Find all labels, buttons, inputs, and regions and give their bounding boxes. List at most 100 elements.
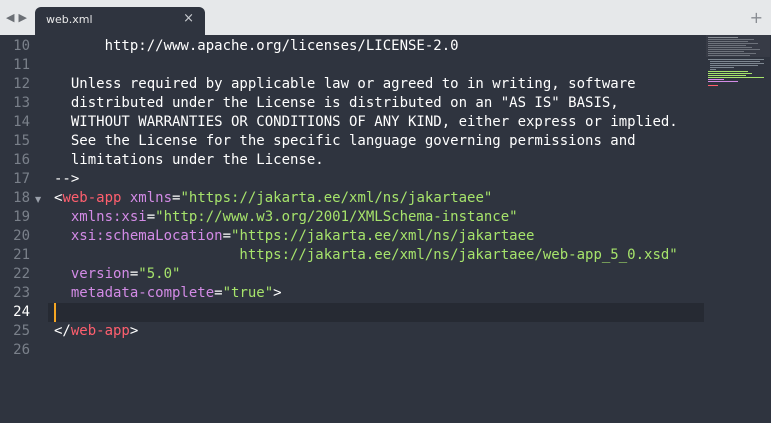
token-punc: </ bbox=[54, 323, 71, 339]
code-text: xmlns:xsi="http://www.w3.org/2001/XMLSch… bbox=[54, 208, 518, 227]
line-number: 18 bbox=[13, 190, 30, 206]
token-str: https://jakarta.ee/xml/ns/jakartaee/web-… bbox=[54, 247, 678, 263]
minimap-line bbox=[708, 75, 746, 76]
line-number: 17 bbox=[13, 171, 30, 187]
token-punc: = bbox=[222, 228, 232, 244]
line-number: 15 bbox=[13, 133, 30, 149]
code-text: </web-app> bbox=[54, 322, 138, 341]
code-line: 15 See the License for the specific lang… bbox=[0, 132, 771, 151]
minimap-line bbox=[708, 73, 752, 74]
minimap-line bbox=[708, 49, 760, 50]
back-arrow-icon[interactable]: ◀ bbox=[6, 11, 14, 24]
minimap-line bbox=[710, 67, 734, 68]
minimap-line bbox=[708, 39, 754, 40]
minimap-line bbox=[708, 53, 756, 54]
close-icon[interactable]: × bbox=[183, 11, 194, 26]
token-cmt: WITHOUT WARRANTIES OR CONDITIONS OF ANY … bbox=[54, 114, 678, 130]
code-line: 21 https://jakarta.ee/xml/ns/jakartaee/w… bbox=[0, 246, 771, 265]
minimap-line bbox=[708, 77, 764, 78]
text-caret bbox=[54, 303, 56, 322]
minimap-line bbox=[708, 71, 748, 72]
line-number: 16 bbox=[13, 152, 30, 168]
code-text: WITHOUT WARRANTIES OR CONDITIONS OF ANY … bbox=[54, 113, 678, 132]
minimap-line bbox=[708, 37, 738, 38]
forward-arrow-icon[interactable]: ▶ bbox=[19, 11, 27, 24]
minimap-line bbox=[708, 79, 724, 80]
token-tag: web-app bbox=[62, 190, 122, 206]
line-number: 20 bbox=[13, 228, 30, 244]
token-str: "5.0" bbox=[138, 266, 181, 282]
token-cmt: See the License for the specific languag… bbox=[54, 133, 636, 149]
code-text: https://jakarta.ee/xml/ns/jakartaee/web-… bbox=[54, 246, 678, 265]
minimap-line bbox=[708, 45, 746, 46]
new-tab-plus-icon[interactable]: + bbox=[750, 8, 763, 27]
token-attr: xmlns:xsi bbox=[54, 209, 147, 225]
code-text: See the License for the specific languag… bbox=[54, 132, 636, 151]
line-number: 23 bbox=[13, 285, 30, 301]
tab-navigation: ◀ ▶ bbox=[0, 0, 33, 35]
code-text: <web-app xmlns="https://jakarta.ee/xml/n… bbox=[54, 189, 492, 208]
code-line: 22 version="5.0" bbox=[0, 265, 771, 284]
minimap-line bbox=[708, 81, 738, 82]
tab-web-xml[interactable]: web.xml × bbox=[35, 7, 205, 35]
fold-arrow-icon[interactable]: ▼ bbox=[35, 190, 41, 209]
minimap-line bbox=[710, 65, 758, 66]
token-cmt: --> bbox=[54, 171, 80, 187]
minimap-line bbox=[708, 51, 744, 52]
line-number: 13 bbox=[13, 95, 30, 111]
code-editor[interactable]: 10 http://www.apache.org/licenses/LICENS… bbox=[0, 35, 771, 423]
token-tag: web-app bbox=[70, 323, 130, 339]
code-line: 17 --> bbox=[0, 170, 771, 189]
token-cmt: distributed under the License is distrib… bbox=[54, 95, 619, 111]
code-line: 19 xmlns:xsi="http://www.w3.org/2001/XML… bbox=[0, 208, 771, 227]
code-line: 11 bbox=[0, 56, 771, 75]
token-attr: version bbox=[54, 266, 130, 282]
token-punc: > bbox=[129, 323, 139, 339]
line-number: 24 bbox=[13, 304, 30, 320]
line-number: 22 bbox=[13, 266, 30, 282]
token-attr: metadata-complete bbox=[54, 285, 215, 301]
code-text: metadata-complete="true"> bbox=[54, 284, 282, 303]
minimap-line bbox=[708, 41, 748, 42]
code-line: 20 xsi:schemaLocation="https://jakarta.e… bbox=[0, 227, 771, 246]
code-text: http://www.apache.org/licenses/LICENSE-2… bbox=[54, 37, 459, 56]
token-attr: xsi:schemaLocation bbox=[54, 228, 223, 244]
minimap-line bbox=[708, 43, 758, 44]
code-line: 26 bbox=[0, 341, 771, 360]
code-line: 24 bbox=[0, 303, 771, 322]
code-line: 25 </web-app> bbox=[0, 322, 771, 341]
line-number: 25 bbox=[13, 323, 30, 339]
code-text: distributed under the License is distrib… bbox=[54, 94, 619, 113]
code-text: version="5.0" bbox=[54, 265, 181, 284]
token-cmt: http://www.apache.org/licenses/LICENSE-2… bbox=[54, 38, 459, 54]
token-str: "true" bbox=[222, 285, 274, 301]
line-number: 19 bbox=[13, 209, 30, 225]
minimap-line bbox=[708, 55, 750, 56]
code-line: 23 metadata-complete="true"> bbox=[0, 284, 771, 303]
minimap-line bbox=[708, 85, 718, 86]
token-punc: = bbox=[214, 285, 223, 301]
code-line: 10 http://www.apache.org/licenses/LICENS… bbox=[0, 37, 771, 56]
code-line: 18 ▼ <web-app xmlns="https://jakarta.ee/xm… bbox=[0, 189, 771, 208]
code-text: limitations under the License. bbox=[54, 151, 324, 170]
tab-title: web.xml bbox=[46, 13, 93, 26]
minimap-line bbox=[710, 63, 764, 64]
line-number: 10 bbox=[13, 38, 30, 54]
token-str: "https://jakarta.ee/xml/ns/jakartaee" bbox=[180, 190, 493, 206]
line-number: 21 bbox=[13, 247, 30, 263]
token-punc: > bbox=[273, 285, 282, 301]
line-number: 14 bbox=[13, 114, 30, 130]
minimap-line bbox=[710, 61, 760, 62]
line-number: 12 bbox=[13, 76, 30, 92]
code-line: 14 WITHOUT WARRANTIES OR CONDITIONS OF A… bbox=[0, 113, 771, 132]
code-text: --> bbox=[54, 170, 79, 189]
code-line: 16 limitations under the License. bbox=[0, 151, 771, 170]
code-text: xsi:schemaLocation="https://jakarta.ee/x… bbox=[54, 227, 535, 246]
token-str: "http://www.w3.org/2001/XMLSchema-instan… bbox=[155, 209, 518, 225]
minimap-line bbox=[708, 47, 752, 48]
code-line: 13 distributed under the License is dist… bbox=[0, 94, 771, 113]
minimap[interactable] bbox=[706, 35, 768, 95]
code-text: Unless required by applicable law or agr… bbox=[54, 75, 636, 94]
minimap-line bbox=[708, 59, 764, 60]
token-cmt: limitations under the License. bbox=[54, 152, 324, 168]
